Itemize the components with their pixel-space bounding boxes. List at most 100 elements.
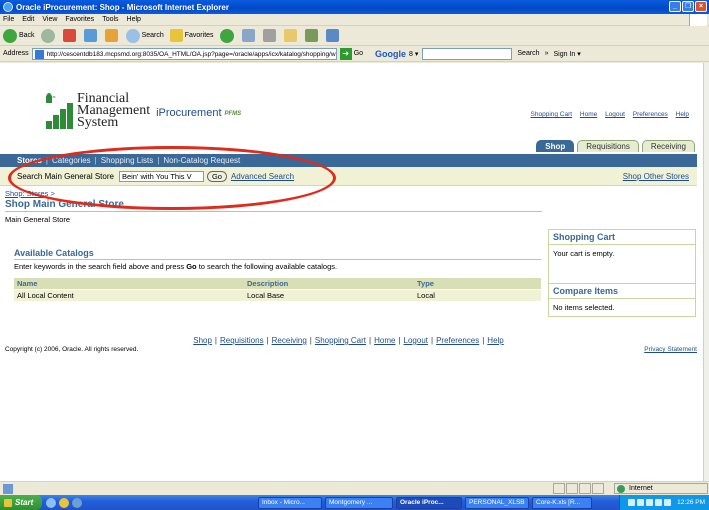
favorites-label: Favorites (184, 32, 214, 39)
address-go-button[interactable]: ➔ Go (339, 47, 363, 60)
vertical-scrollbar[interactable] (703, 63, 709, 481)
footer-link-requisitions[interactable]: Requisitions (220, 336, 264, 345)
refresh-button[interactable] (83, 29, 99, 42)
history-icon (219, 28, 234, 43)
stop-button[interactable] (62, 29, 78, 42)
subnav-stores[interactable]: Stores (17, 156, 42, 165)
mail-icon (241, 29, 255, 42)
tab-requisitions[interactable]: Requisitions (577, 140, 639, 152)
tab-receiving[interactable]: Receiving (641, 140, 695, 152)
store-search-bar: Search Main General Store Bein' with You… (0, 167, 697, 186)
menu-help[interactable]: Help (127, 16, 141, 23)
history-button[interactable] (219, 28, 236, 43)
messenger-icon (325, 29, 339, 42)
global-link-help[interactable]: Help (676, 111, 689, 118)
footer-link-receiving[interactable]: Receiving (272, 336, 307, 345)
favorites-button[interactable]: Favorites (169, 29, 214, 42)
breadcrumb: Shop: Stores > (5, 189, 55, 198)
quick-launch-ie-icon[interactable] (46, 497, 56, 508)
column-name: Name (14, 278, 244, 290)
compare-items-box: Compare Items No items selected. (548, 283, 696, 317)
start-button[interactable]: Start (0, 495, 42, 510)
quick-launch (46, 497, 85, 508)
breadcrumb-shop-stores[interactable]: Shop: Stores (5, 189, 48, 198)
google-search-input[interactable] (422, 47, 513, 60)
subnav-non-catalog-request[interactable]: Non-Catalog Request (163, 156, 240, 165)
maximize-button[interactable]: ❐ (682, 1, 694, 12)
address-input[interactable]: http://cescentdb183.mcpsmd.org:8035/OA_H… (31, 47, 337, 60)
logo-bars-icon: mcps (46, 93, 74, 129)
folder-button[interactable] (283, 29, 299, 42)
subnav-shopping-lists[interactable]: Shopping Lists (101, 156, 153, 165)
compare-items-heading: Compare Items (549, 284, 695, 299)
search-button[interactable]: Search (125, 28, 164, 43)
footer-link-help[interactable]: Help (487, 336, 503, 345)
global-link-preferences[interactable]: Preferences (633, 111, 668, 118)
task-inbox[interactable]: Inbox - Micro... (258, 496, 322, 509)
shop-other-stores-link[interactable]: Shop Other Stores (623, 172, 689, 181)
go-arrow-icon: ➔ (339, 47, 352, 60)
back-button[interactable]: Back (3, 28, 35, 43)
global-link-shopping-cart[interactable]: Shopping Cart (531, 111, 573, 118)
mail-button[interactable] (241, 29, 257, 42)
footer-links: Shop | Requisitions | Receiving | Shopping Car… (193, 336, 504, 345)
home-button[interactable] (104, 29, 120, 42)
footer-link-shopping-cart[interactable]: Shopping Cart (315, 336, 366, 345)
research-button[interactable] (304, 29, 320, 42)
zone-label: Internet (629, 485, 653, 492)
quick-launch-desktop-icon[interactable] (72, 497, 82, 508)
tab-shop[interactable]: Shop (536, 140, 575, 152)
forward-button[interactable] (40, 28, 57, 43)
task-core-k[interactable]: Core-K.xls [R... (532, 496, 592, 509)
global-link-home[interactable]: Home (580, 111, 597, 118)
search-label: Search (141, 32, 164, 39)
research-icon (304, 29, 318, 42)
subnav-categories[interactable]: Categories (52, 156, 91, 165)
windows-taskbar: Start Inbox - Micro... Montgomery ... Or… (0, 495, 709, 510)
search-go-button[interactable]: Go (206, 170, 227, 182)
toolbar-more[interactable]: » (545, 50, 549, 57)
search-label: Search Main General Store (17, 171, 114, 181)
close-button[interactable]: × (695, 1, 707, 12)
page-title: Shop Main General Store (5, 199, 124, 210)
table-row[interactable]: All Local Content Local Base Local (14, 289, 541, 301)
messenger-button[interactable] (325, 29, 341, 42)
page-icon (34, 49, 44, 59)
minimize-button[interactable]: _ (669, 1, 681, 12)
task-oracle-iproc[interactable]: Oracle iProc... (396, 496, 462, 509)
footer-link-logout[interactable]: Logout (404, 336, 428, 345)
breadcrumb-separator: > (50, 189, 55, 198)
task-montgomery[interactable]: Montgomery ... (325, 496, 393, 509)
column-type: Type (414, 278, 541, 290)
table-header-row: Name Description Type (14, 278, 541, 290)
menu-file[interactable]: File (3, 16, 14, 23)
advanced-search-link[interactable]: Advanced Search (231, 172, 294, 181)
global-link-logout[interactable]: Logout (605, 111, 625, 118)
shopping-cart-heading: Shopping Cart (549, 230, 695, 245)
catalogs-heading: Available Catalogs (14, 248, 94, 258)
menu-favorites[interactable]: Favorites (65, 16, 94, 23)
menu-tools[interactable]: Tools (102, 16, 118, 23)
compare-items-body: No items selected. (553, 303, 615, 312)
sign-in-button[interactable]: Sign In ▾ (553, 50, 580, 58)
tray-icons (628, 499, 673, 506)
store-search-input[interactable]: Bein' with You This V (118, 170, 204, 182)
home-icon (104, 29, 118, 42)
menu-view[interactable]: View (42, 16, 57, 23)
google-g-menu[interactable]: 8 ▾ (409, 50, 418, 58)
window-controls: _ ❐ × (669, 1, 707, 12)
privacy-statement-link[interactable]: Privacy Statement (644, 346, 697, 353)
sub-navigation: Stores | Categories | Shopping Lists | Non-Cat… (0, 154, 697, 167)
footer-link-home[interactable]: Home (374, 336, 395, 345)
menu-edit[interactable]: Edit (22, 16, 34, 23)
google-search-button[interactable]: Search (517, 50, 539, 57)
footer-link-shop[interactable]: Shop (193, 336, 212, 345)
footer-link-preferences[interactable]: Preferences (436, 336, 479, 345)
quick-launch-outlook-icon[interactable] (59, 497, 69, 508)
task-personal-xlsb[interactable]: PERSONAL_XLSB (465, 496, 529, 509)
ie-icon (3, 2, 13, 12)
window-title: Oracle iProcurement: Shop - Microsoft In… (16, 2, 229, 12)
print-button[interactable] (262, 29, 278, 42)
back-label: Back (19, 32, 35, 39)
system-tray: 12:26 PM (619, 495, 709, 510)
